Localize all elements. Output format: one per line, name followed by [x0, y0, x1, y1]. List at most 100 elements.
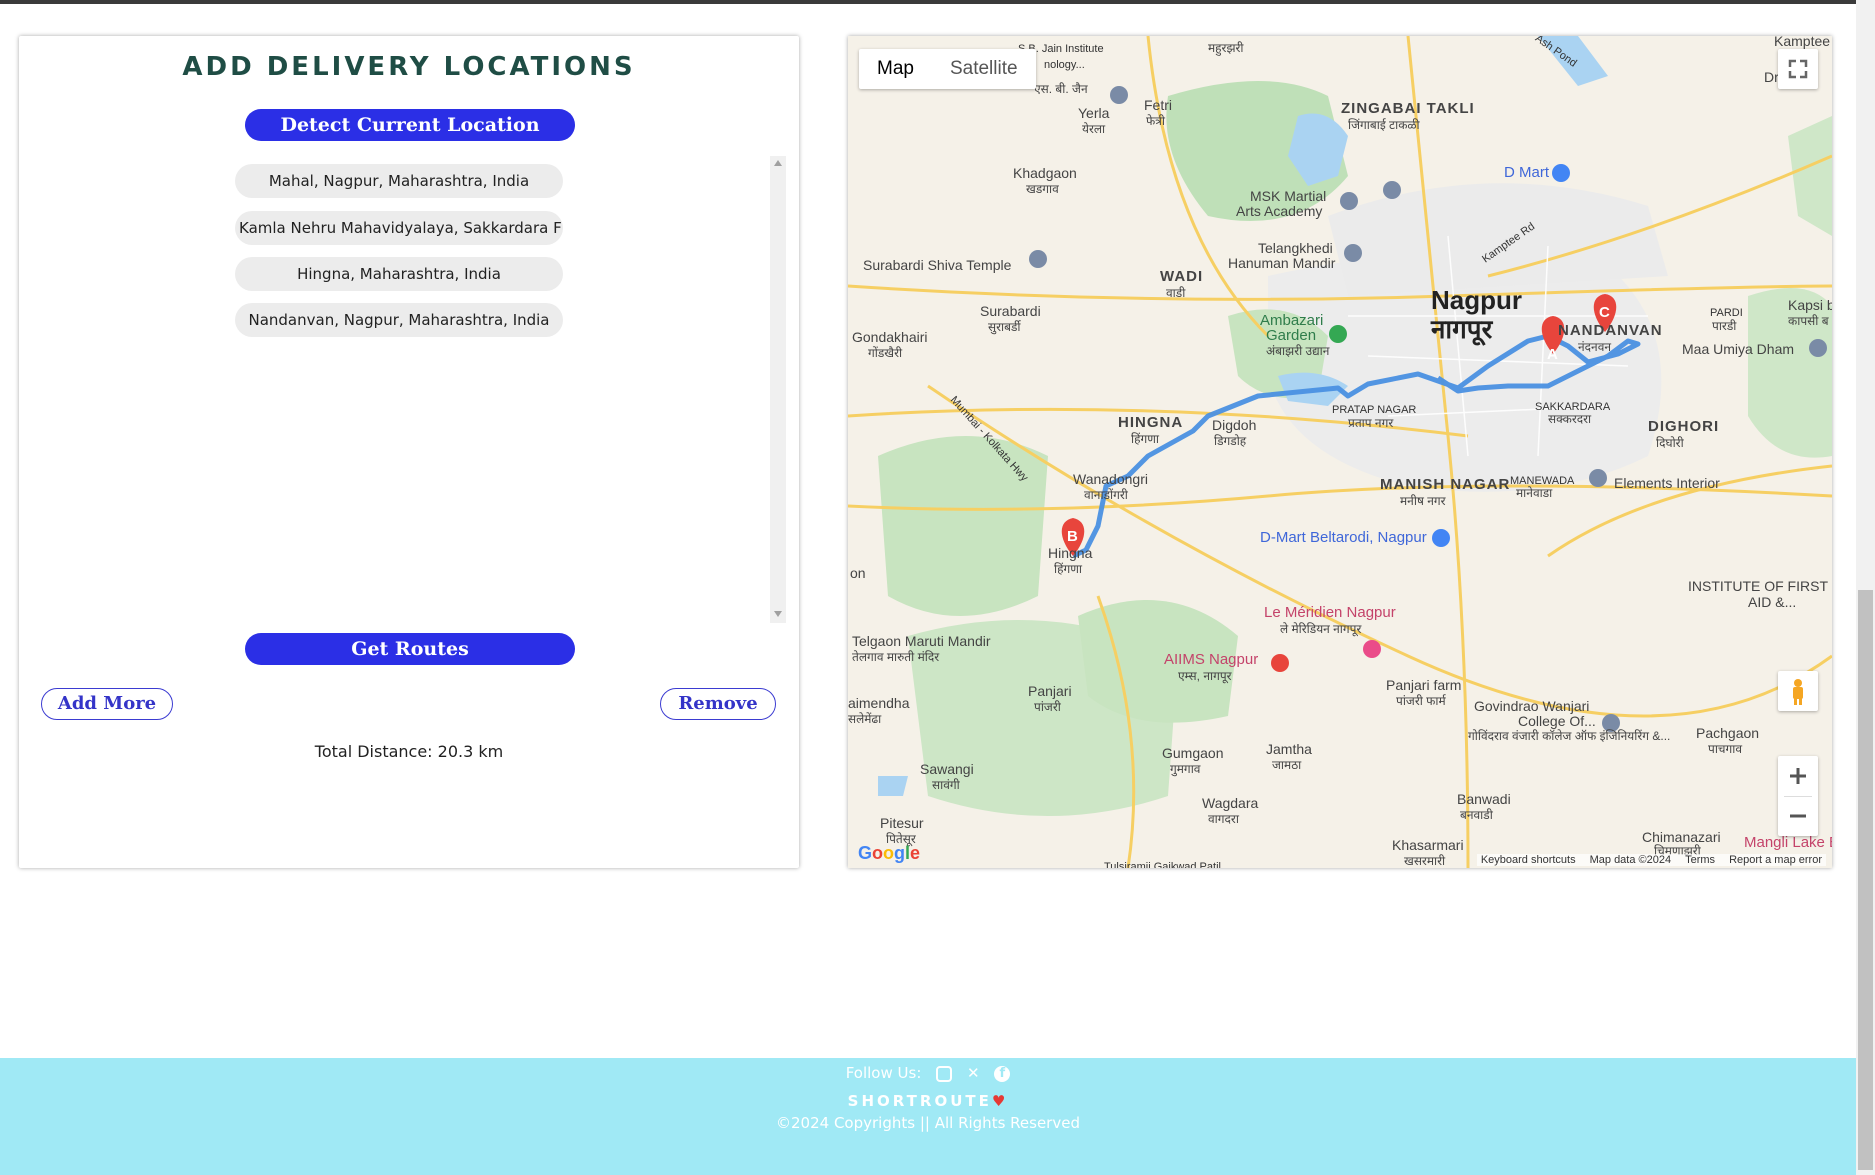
map-city-label-hi: नागपूर: [1431, 314, 1493, 344]
map-label: Jamtha: [1266, 741, 1312, 757]
map-label: वानाडोंगरी: [1084, 488, 1128, 502]
map-label: गोविंदराव वंजारी कॉलेज ऑफ इंजिनियरिंग &.…: [1468, 729, 1671, 743]
map-label: D Mart: [1504, 164, 1549, 181]
map-label: पारडी: [1712, 319, 1737, 333]
instagram-icon[interactable]: [936, 1065, 953, 1082]
map-label: Khasarmari: [1392, 837, 1464, 853]
delivery-locations-panel: ADD DELIVERY LOCATIONS Detect Current Lo…: [19, 36, 799, 868]
map-label: पाचगाव: [1708, 742, 1743, 756]
street-view-button[interactable]: [1778, 671, 1818, 711]
map-label: सक्करदरा: [1548, 412, 1592, 426]
map-label: खसरमारी: [1404, 854, 1446, 868]
pegman-icon: [1793, 679, 1803, 705]
zoom-in-icon[interactable]: [1778, 756, 1818, 796]
page-scrollbar[interactable]: [1856, 0, 1875, 1175]
map-label: Wagdara: [1202, 795, 1259, 811]
map-label: Telangkhedi: [1258, 240, 1333, 256]
map-type-satellite-button[interactable]: Satellite: [932, 49, 1036, 89]
scroll-down-arrow-icon[interactable]: [774, 611, 782, 617]
route-map[interactable]: Nagpur नागपूर ZINGABAI TAKLI जिंगाबाई टा…: [848, 36, 1832, 868]
total-distance: Total Distance: 20.3 km: [314, 742, 504, 761]
remove-button[interactable]: Remove: [660, 688, 776, 720]
map-label: Sawangi: [920, 761, 974, 777]
map-label: मानेवाडा: [1516, 486, 1553, 500]
location-input-3[interactable]: Hingna, Maharashtra, India: [235, 257, 563, 291]
map-label: Hanuman Mandir: [1228, 255, 1336, 271]
map-label: College Of...: [1518, 713, 1596, 729]
get-routes-button[interactable]: Get Routes: [245, 633, 575, 665]
marker-c-label[interactable]: C: [1599, 305, 1610, 320]
map-label: ले मेरिडियन नागपूर: [1280, 622, 1362, 636]
follow-us-label: Follow Us:: [845, 1064, 922, 1082]
facebook-icon[interactable]: f: [994, 1065, 1011, 1082]
map-label: हिंगणा: [1131, 432, 1160, 446]
marker-a-label[interactable]: A: [1547, 347, 1558, 362]
map-label: जामठा: [1272, 758, 1302, 772]
map-city-label: Nagpur: [1431, 285, 1522, 315]
brand-row: SHORTROUTE♥: [0, 1092, 1856, 1110]
terms-link[interactable]: Terms: [1685, 854, 1715, 866]
map-label: Maa Umiya Dham: [1682, 341, 1795, 357]
map-label: ZINGABAI TAKLI: [1341, 100, 1475, 117]
map-label: Govindrao Wanjari: [1474, 698, 1590, 714]
map-label: कापसी ब: [1788, 314, 1829, 328]
map-label: Hingna: [1048, 545, 1093, 561]
map-label: Fetri: [1144, 97, 1172, 113]
map-label: पांजरी फार्म: [1396, 694, 1446, 708]
map-label: AID &...: [1748, 594, 1797, 610]
heart-icon: ♥: [991, 1092, 1009, 1110]
location-input-4[interactable]: Nandanvan, Nagpur, Maharashtra, India: [235, 303, 563, 337]
add-more-button[interactable]: Add More: [41, 688, 173, 720]
map-label: PARDI: [1710, 307, 1743, 319]
map-label: Kapsi b: [1788, 297, 1832, 313]
google-logo[interactable]: Google: [858, 843, 920, 864]
marker-b-label[interactable]: B: [1067, 529, 1078, 544]
map-label: महुरझरी: [1208, 41, 1244, 55]
zoom-out-icon[interactable]: [1778, 796, 1818, 836]
map-label: फेत्री: [1146, 114, 1165, 128]
map-label: Pitesur: [880, 815, 924, 831]
map-label: जिंगाबाई टाकळी: [1348, 118, 1420, 132]
map-label: मनीष नगर: [1400, 494, 1446, 508]
location-list-scrollbar[interactable]: [770, 156, 786, 623]
map-label: वागदरा: [1208, 812, 1239, 826]
fullscreen-button[interactable]: [1778, 49, 1818, 89]
map-label: हिंगणा: [1054, 562, 1083, 576]
map-label: प्रताप नगर: [1348, 416, 1394, 430]
map-label: Surabardi: [980, 303, 1041, 319]
map-label: Surabardi Shiva Temple: [863, 257, 1012, 273]
map-label: Mangli Lake E: [1744, 834, 1832, 851]
location-input-2[interactable]: Kamla Nehru Mahavidyalaya, Sakkardara F: [235, 211, 563, 245]
keyboard-shortcuts-link[interactable]: Keyboard shortcuts: [1481, 854, 1576, 866]
x-twitter-icon[interactable]: ✕: [967, 1064, 980, 1082]
map-label: Wanadongri: [1073, 471, 1148, 487]
map-label: Panjari farm: [1386, 677, 1462, 693]
map-label: NANDANVAN: [1558, 322, 1663, 339]
map-attribution: Keyboard shortcuts Map data ©2024 Terms …: [1476, 854, 1826, 866]
map-label: पांजरी: [1034, 700, 1061, 714]
page-scrollbar-thumb[interactable]: [1858, 590, 1873, 1170]
map-label: aimendha: [848, 695, 910, 711]
map-label: AIIMS Nagpur: [1164, 651, 1259, 668]
fullscreen-icon: [1788, 59, 1808, 79]
map-label: सावंगी: [932, 778, 960, 792]
map-label: अंबाझरी उद्यान: [1266, 344, 1330, 358]
report-error-link[interactable]: Report a map error: [1729, 854, 1822, 866]
map-label: Gondakhairi: [852, 329, 928, 345]
map-label: नंदनवन: [1578, 340, 1612, 354]
map-label: वाडी: [1166, 286, 1186, 300]
zoom-control: [1778, 756, 1818, 836]
map-label: Kamptee: [1774, 36, 1831, 49]
location-input-1[interactable]: Mahal, Nagpur, Maharashtra, India: [235, 164, 563, 198]
map-label: MANISH NAGAR: [1380, 476, 1511, 493]
detect-location-button[interactable]: Detect Current Location: [245, 109, 575, 141]
scroll-up-arrow-icon[interactable]: [774, 160, 782, 166]
map-label: सलेमेंढा: [848, 712, 882, 726]
map-label: Khadgaon: [1013, 165, 1077, 181]
map-type-map-button[interactable]: Map: [859, 49, 932, 89]
map-label: Pachgaon: [1696, 725, 1760, 741]
map-label: INSTITUTE OF FIRST: [1688, 578, 1828, 594]
map-label: गुमगाव: [1170, 762, 1201, 776]
map-label: दिघोरी: [1656, 436, 1684, 450]
map-label: Tulsiramji Gaikwad Patil: [1104, 861, 1221, 868]
